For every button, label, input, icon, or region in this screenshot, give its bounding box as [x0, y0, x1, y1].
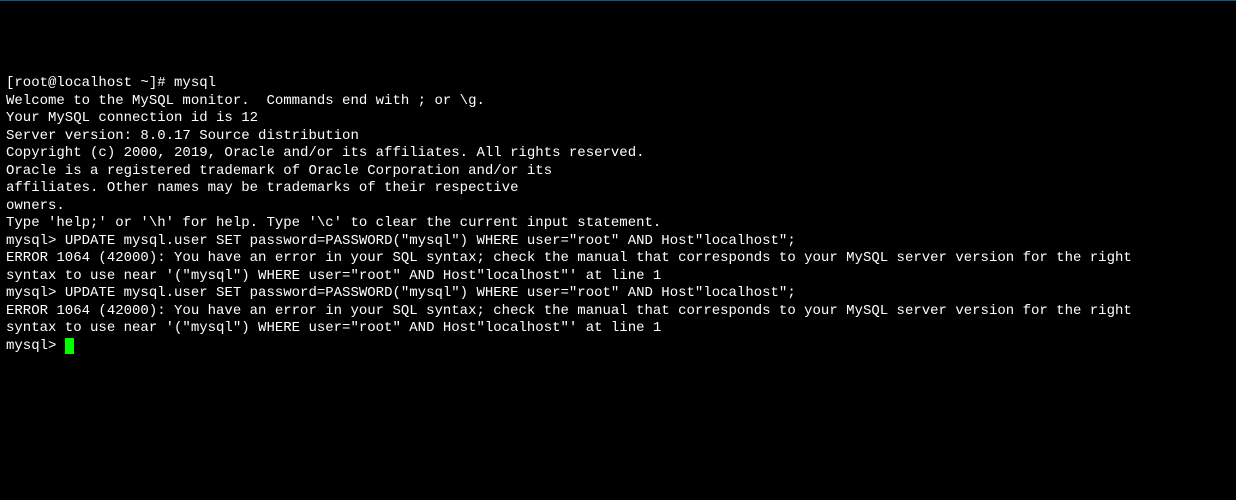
error-line: ERROR 1064 (42000): You have an error in… — [6, 303, 1230, 321]
error-line: syntax to use near '("mysql") WHERE user… — [6, 268, 1230, 286]
mysql-prompt: mysql> — [6, 285, 65, 301]
help-line: Type 'help;' or '\h' for help. Type '\c'… — [6, 215, 1230, 233]
shell-prompt-line: [root@localhost ~]# mysql — [6, 75, 1230, 93]
trademark-line: Oracle is a registered trademark of Orac… — [6, 163, 1230, 181]
error-line: ERROR 1064 (42000): You have an error in… — [6, 250, 1230, 268]
mysql-query-line: mysql> UPDATE mysql.user SET password=PA… — [6, 233, 1230, 251]
terminal-output[interactable]: [root@localhost ~]# mysqlWelcome to the … — [6, 75, 1230, 355]
sql-query: UPDATE mysql.user SET password=PASSWORD(… — [65, 233, 796, 249]
mysql-prompt: mysql> — [6, 233, 65, 249]
trademark-line: owners. — [6, 198, 1230, 216]
mysql-query-line: mysql> UPDATE mysql.user SET password=PA… — [6, 285, 1230, 303]
shell-prompt: [root@localhost ~]# — [6, 75, 174, 91]
sql-query: UPDATE mysql.user SET password=PASSWORD(… — [65, 285, 796, 301]
copyright-line: Copyright (c) 2000, 2019, Oracle and/or … — [6, 145, 1230, 163]
connection-id-line: Your MySQL connection id is 12 — [6, 110, 1230, 128]
mysql-active-prompt-line[interactable]: mysql> — [6, 338, 1230, 356]
welcome-line: Welcome to the MySQL monitor. Commands e… — [6, 93, 1230, 111]
mysql-prompt: mysql> — [6, 338, 65, 356]
cursor-icon — [65, 338, 74, 354]
server-version-line: Server version: 8.0.17 Source distributi… — [6, 128, 1230, 146]
shell-command: mysql — [174, 75, 216, 91]
error-line: syntax to use near '("mysql") WHERE user… — [6, 320, 1230, 338]
trademark-line: affiliates. Other names may be trademark… — [6, 180, 1230, 198]
